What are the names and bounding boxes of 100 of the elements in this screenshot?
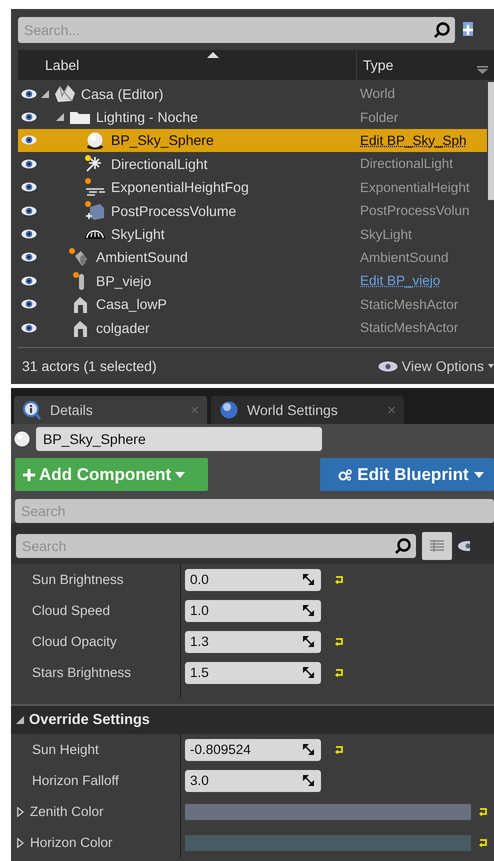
- info-icon: [22, 400, 42, 420]
- property-label: Horizon Color: [30, 835, 113, 850]
- volume-icon: [83, 200, 107, 221]
- actor-label: AmbientSound: [96, 249, 189, 266]
- actor-type: SkyLight: [360, 226, 413, 242]
- visibility-eye-icon[interactable]: [21, 135, 37, 146]
- collapsed-arrow-icon[interactable]: [17, 838, 24, 848]
- caret-icon: [474, 472, 484, 478]
- view-grid-button[interactable]: [422, 532, 452, 560]
- sphere-icon: [14, 431, 30, 448]
- expanded-arrow-icon[interactable]: [41, 90, 49, 98]
- eye-icon: [378, 360, 398, 372]
- gears-icon: [338, 468, 352, 481]
- actor-label: Casa_lowP: [96, 296, 168, 312]
- section-header[interactable]: Override Settings: [11, 704, 494, 734]
- visibility-eye-icon[interactable]: [21, 276, 37, 286]
- eye-icon[interactable]: [458, 539, 470, 554]
- actor-label: BP_Sky_Sphere: [111, 132, 215, 148]
- property-label: Zenith Color: [30, 804, 104, 820]
- actor-type: AmbientSound: [360, 250, 450, 265]
- world-icon: [53, 84, 77, 104]
- collapsed-arrow-icon[interactable]: [17, 806, 24, 817]
- drag-handle-icon[interactable]: [303, 775, 314, 786]
- panel-tab[interactable]: World Settings ×: [211, 396, 404, 424]
- column-label[interactable]: Type: [363, 57, 394, 73]
- outliner-row[interactable]: DirectionalLight DirectionalLight: [18, 152, 487, 176]
- edit-blueprint-link[interactable]: Edit BP_viejo: [360, 273, 487, 288]
- outliner-row[interactable]: AmbientSound AmbientSound: [18, 246, 487, 270]
- drag-handle-icon[interactable]: [303, 744, 314, 756]
- property-label: Stars Brightness: [32, 665, 132, 680]
- visibility-eye-icon[interactable]: [21, 112, 37, 122]
- edit-blueprint-button[interactable]: Edit Blueprint: [320, 458, 494, 492]
- number-field[interactable]: 1.0: [185, 600, 321, 622]
- color-swatch[interactable]: [185, 834, 471, 851]
- reset-arrow-icon[interactable]: [335, 745, 344, 754]
- outliner-row[interactable]: Lighting - Noche Folder: [18, 105, 487, 129]
- actor-type: DirectionalLight: [360, 156, 454, 172]
- scrollbar-thumb[interactable]: [488, 82, 494, 200]
- actor-label: colgader: [96, 320, 151, 336]
- search-icon: [433, 21, 451, 39]
- number-field[interactable]: 3.0: [185, 770, 321, 792]
- reset-arrow-icon[interactable]: [335, 575, 344, 584]
- actor-type: StaticMeshActor: [360, 320, 460, 336]
- actor-label: DirectionalLight: [111, 156, 208, 172]
- reset-arrow-icon[interactable]: [479, 838, 488, 848]
- color-swatch[interactable]: [185, 804, 471, 820]
- grid-icon: [430, 540, 444, 552]
- view-options-button[interactable]: View Options: [378, 358, 494, 374]
- drag-handle-icon[interactable]: [303, 574, 314, 586]
- number-field[interactable]: 1.3: [185, 630, 321, 653]
- actor-label: BP_viejo: [96, 272, 152, 289]
- drag-handle-icon[interactable]: [303, 605, 314, 616]
- outliner-row[interactable]: BP_viejo Edit BP_viejo: [18, 269, 487, 293]
- reset-arrow-icon[interactable]: [335, 637, 344, 646]
- caret-icon: [488, 364, 494, 368]
- visibility-eye-icon[interactable]: [21, 206, 37, 216]
- drag-handle-icon[interactable]: [303, 667, 314, 678]
- outliner-row[interactable]: BP_Sky_Sphere Edit BP_Sky_Sph: [18, 128, 487, 152]
- actor-count: 31 actors (1 selected): [22, 358, 157, 374]
- visibility-eye-icon[interactable]: [21, 158, 37, 169]
- visibility-eye-icon[interactable]: [21, 182, 37, 192]
- visibility-eye-icon[interactable]: [21, 299, 37, 310]
- outliner-row[interactable]: colgader StaticMeshActor: [18, 316, 487, 340]
- property-label: Sun Height: [32, 742, 99, 758]
- outliner-row[interactable]: SkyLight SkyLight: [18, 222, 487, 246]
- column-label[interactable]: Label: [45, 57, 80, 73]
- outliner-row[interactable]: Casa_lowP StaticMeshActor: [18, 292, 487, 316]
- number-field[interactable]: 0.0: [185, 568, 321, 591]
- visibility-eye-icon[interactable]: [21, 252, 37, 262]
- outliner-row[interactable]: ExponentialHeightFog ExponentialHeight: [18, 176, 487, 199]
- actor-type: World: [360, 86, 396, 102]
- caret-icon: [175, 472, 186, 478]
- actor-label: Lighting - Noche: [96, 109, 199, 126]
- number-field[interactable]: 1.5: [185, 662, 321, 684]
- property-label: Cloud Opacity: [32, 634, 117, 650]
- actor-name-field[interactable]: BP_Sky_Sphere: [36, 427, 322, 452]
- actor-type: PostProcessVolun: [360, 203, 471, 218]
- search-icon: [394, 537, 412, 556]
- outliner-row[interactable]: PostProcessVolume PostProcessVolun: [18, 198, 487, 222]
- expanded-arrow-icon[interactable]: [56, 113, 64, 122]
- reset-arrow-icon[interactable]: [479, 807, 488, 816]
- plus-icon: [23, 468, 35, 481]
- actor-type: StaticMeshActor: [360, 296, 460, 312]
- fog-icon: [83, 177, 107, 198]
- panel-tab[interactable]: Details ×: [14, 396, 207, 424]
- actor-label: SkyLight: [111, 226, 166, 242]
- property-label: Sun Brightness: [32, 572, 124, 588]
- number-field[interactable]: -0.809524: [185, 738, 321, 761]
- visibility-eye-icon[interactable]: [21, 322, 37, 333]
- edit-blueprint-link[interactable]: Edit BP_Sky_Sph: [360, 132, 487, 148]
- outliner-row[interactable]: Casa (Editor) World: [18, 82, 487, 106]
- actor-label: ExponentialHeightFog: [111, 179, 250, 196]
- visibility-eye-icon[interactable]: [21, 229, 37, 240]
- dropdown-icon[interactable]: [477, 66, 488, 74]
- reset-arrow-icon[interactable]: [335, 668, 344, 678]
- add-actor-icon[interactable]: [461, 21, 475, 39]
- drag-handle-icon[interactable]: [303, 636, 314, 648]
- property-label: Cloud Speed: [32, 603, 110, 618]
- actor-type: Folder: [360, 110, 400, 125]
- visibility-eye-icon[interactable]: [21, 88, 37, 99]
